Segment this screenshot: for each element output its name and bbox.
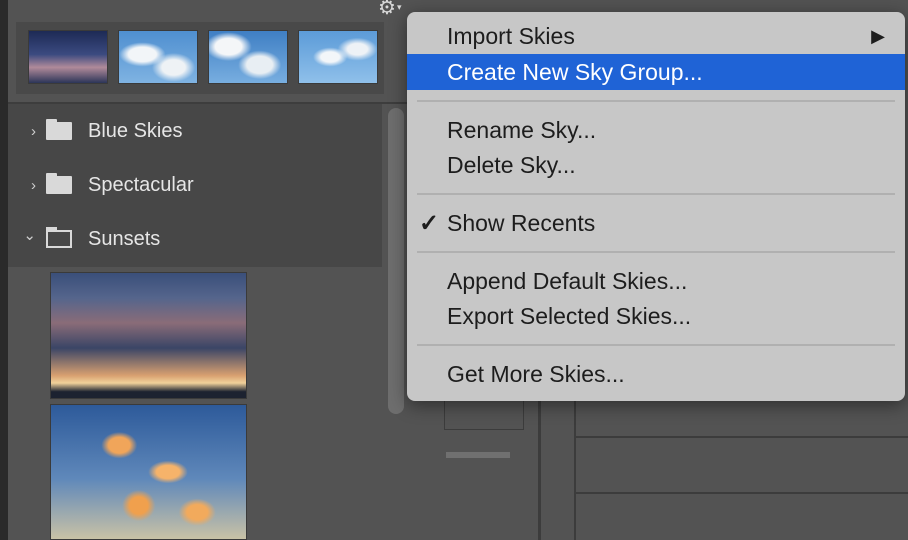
menu-item-label: Rename Sky... bbox=[447, 116, 597, 143]
panel-scrollbar[interactable] bbox=[388, 108, 404, 414]
menu-item-show-recents[interactable]: ✓ Show Recents bbox=[407, 205, 905, 241]
folder-row-sunsets[interactable]: ⌄ Sunsets bbox=[8, 212, 382, 266]
folder-row-spectacular[interactable]: › Spectacular bbox=[8, 158, 382, 212]
menu-item-label: Export Selected Skies... bbox=[447, 302, 692, 329]
chevron-down-icon[interactable]: ⌄ bbox=[8, 226, 36, 244]
menu-item-label: Import Skies bbox=[447, 22, 575, 49]
row-divider bbox=[576, 492, 908, 494]
row-divider bbox=[576, 436, 908, 438]
column-divider bbox=[538, 380, 541, 540]
sky-options-menu: Import Skies ▶ Create New Sky Group... R… bbox=[407, 12, 905, 401]
folder-row-blue-skies[interactable]: › Blue Skies bbox=[8, 104, 382, 158]
menu-item-label: Delete Sky... bbox=[447, 151, 576, 178]
menu-item-get-more-skies[interactable]: Get More Skies... bbox=[407, 356, 905, 392]
gear-menu-icon[interactable]: ⚙▾ bbox=[378, 0, 401, 21]
recent-sky-thumbnail-1[interactable] bbox=[28, 30, 108, 84]
folder-open-icon bbox=[46, 227, 72, 248]
recent-sky-thumbnail-4[interactable] bbox=[298, 30, 378, 84]
chevron-right-icon[interactable]: › bbox=[8, 177, 36, 194]
menu-item-delete-sky[interactable]: Delete Sky... bbox=[407, 147, 905, 183]
recent-sky-thumbnail-3[interactable] bbox=[208, 30, 288, 84]
sunset-sky-thumbnail-1[interactable] bbox=[50, 272, 247, 399]
column-divider bbox=[574, 380, 576, 540]
menu-item-label: Get More Skies... bbox=[447, 360, 625, 387]
checkmark-icon: ✓ bbox=[419, 209, 440, 237]
menu-separator bbox=[417, 344, 895, 346]
menu-item-rename-sky[interactable]: Rename Sky... bbox=[407, 112, 905, 148]
folder-label: Spectacular bbox=[88, 173, 194, 196]
submenu-arrow-icon: ▶ bbox=[871, 25, 885, 46]
menu-separator bbox=[417, 100, 895, 102]
folder-label: Blue Skies bbox=[88, 119, 183, 142]
chevron-right-icon[interactable]: › bbox=[8, 123, 36, 140]
menu-separator bbox=[417, 193, 895, 195]
recent-sky-thumbnail-2[interactable] bbox=[118, 30, 198, 84]
menu-item-create-new-sky-group[interactable]: Create New Sky Group... bbox=[407, 54, 905, 90]
slider-track bbox=[446, 452, 510, 458]
folder-label: Sunsets bbox=[88, 227, 161, 250]
menu-separator bbox=[417, 251, 895, 253]
menu-item-label: Append Default Skies... bbox=[447, 267, 688, 294]
sky-folder-tree: › Blue Skies › Spectacular ⌄ Sunsets bbox=[8, 104, 382, 267]
menu-item-export-selected-skies[interactable]: Export Selected Skies... bbox=[407, 298, 905, 334]
folder-icon bbox=[46, 173, 72, 194]
folder-icon bbox=[46, 119, 72, 140]
menu-item-append-default-skies[interactable]: Append Default Skies... bbox=[407, 263, 905, 299]
sunset-sky-thumbnail-2[interactable] bbox=[50, 404, 247, 540]
menu-item-import-skies[interactable]: Import Skies ▶ bbox=[407, 18, 905, 54]
menu-item-label: Show Recents bbox=[447, 209, 596, 236]
menu-item-label: Create New Sky Group... bbox=[447, 58, 703, 85]
